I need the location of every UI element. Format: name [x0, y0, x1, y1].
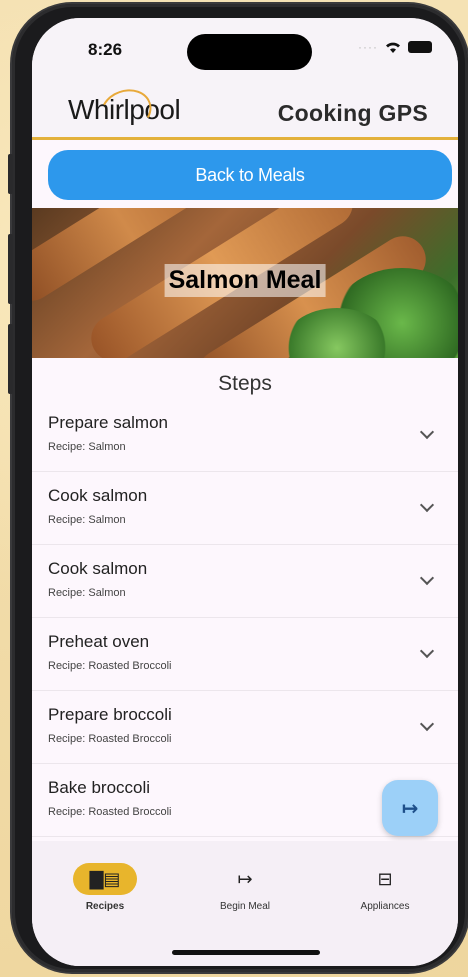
nav-item-appliances[interactable]: ⊟ Appliances: [325, 863, 445, 913]
step-recipe: Recipe: Salmon: [48, 441, 126, 453]
step-recipe: Recipe: Roasted Broccoli: [48, 733, 172, 745]
home-indicator[interactable]: [172, 950, 320, 955]
status-time: 8:26: [88, 40, 123, 59]
fridge-icon: ⊟: [377, 868, 393, 889]
signal-icon: ····: [358, 40, 378, 54]
nav-label-appliances: Appliances: [360, 901, 410, 912]
step-title: Prepare broccoli: [48, 705, 172, 724]
volume-down-button: [8, 324, 13, 394]
volume-up-button: [8, 234, 13, 304]
chevron-down-icon[interactable]: [419, 643, 435, 659]
step-item[interactable]: Prepare broccoli Recipe: Roasted Broccol…: [32, 691, 458, 764]
nav-pill-appliances: ⊟: [353, 863, 417, 895]
status-bar: 8:26 ····: [32, 18, 458, 84]
begin-arrow-icon: ↦: [237, 868, 253, 889]
screen: 8:26 ···· Whirlpool Cooking GPS Back to …: [32, 18, 458, 966]
app-title: Cooking GPS: [277, 100, 428, 126]
step-title: Cook salmon: [48, 559, 148, 578]
chevron-down-icon[interactable]: [419, 570, 435, 586]
bottom-nav: ▇▤ Recipes ↦ Begin Meal ⊟ Appliances: [32, 841, 458, 966]
nav-pill-begin-meal: ↦: [213, 863, 277, 895]
back-to-meals-button[interactable]: Back to Meals: [48, 150, 452, 200]
begin-meal-fab[interactable]: ↦: [382, 780, 438, 836]
chevron-down-icon[interactable]: [419, 716, 435, 732]
nav-item-recipes[interactable]: ▇▤ Recipes: [45, 863, 165, 912]
meal-title: Salmon Meal: [164, 264, 326, 297]
step-recipe: Recipe: Salmon: [48, 587, 126, 599]
step-item[interactable]: Preheat oven Recipe: Roasted Broccoli: [32, 618, 458, 691]
chevron-down-icon[interactable]: [419, 424, 435, 440]
mute-switch: [8, 154, 13, 194]
nav-label-recipes: Recipes: [85, 901, 125, 912]
step-item[interactable]: Cook salmon Recipe: Salmon: [32, 472, 458, 545]
begin-arrow-icon: ↦: [401, 797, 419, 820]
wifi-icon: [386, 42, 400, 53]
nav-pill-recipes: ▇▤: [73, 863, 137, 895]
chevron-down-icon[interactable]: [419, 497, 435, 513]
nav-label-begin-meal: Begin Meal: [219, 901, 271, 912]
step-title: Cook salmon: [48, 486, 148, 505]
step-title: Prepare salmon: [48, 413, 169, 432]
app-bar: Whirlpool Cooking GPS: [32, 82, 458, 140]
book-icon: ▇▤: [89, 868, 121, 889]
battery-icon: [408, 41, 432, 53]
step-item[interactable]: Prepare salmon Recipe: Salmon: [32, 399, 458, 472]
phone-frame: 8:26 ···· Whirlpool Cooking GPS Back to …: [8, 4, 468, 972]
step-recipe: Recipe: Roasted Broccoli: [48, 660, 172, 672]
steps-list: Prepare salmon Recipe: Salmon Cook salmo…: [32, 399, 458, 837]
step-recipe: Recipe: Roasted Broccoli: [48, 806, 172, 818]
step-recipe: Recipe: Salmon: [48, 514, 126, 526]
step-item[interactable]: Cook salmon Recipe: Salmon: [32, 545, 458, 618]
dynamic-island: [187, 34, 312, 70]
step-title: Bake broccoli: [48, 778, 151, 797]
nav-item-begin-meal[interactable]: ↦ Begin Meal: [185, 863, 305, 913]
steps-heading: Steps: [218, 372, 272, 395]
meal-hero-image: Salmon Meal: [32, 208, 458, 358]
brand-swoosh-icon: [94, 82, 158, 140]
status-icons: ····: [358, 40, 432, 54]
step-title: Preheat oven: [48, 632, 150, 651]
